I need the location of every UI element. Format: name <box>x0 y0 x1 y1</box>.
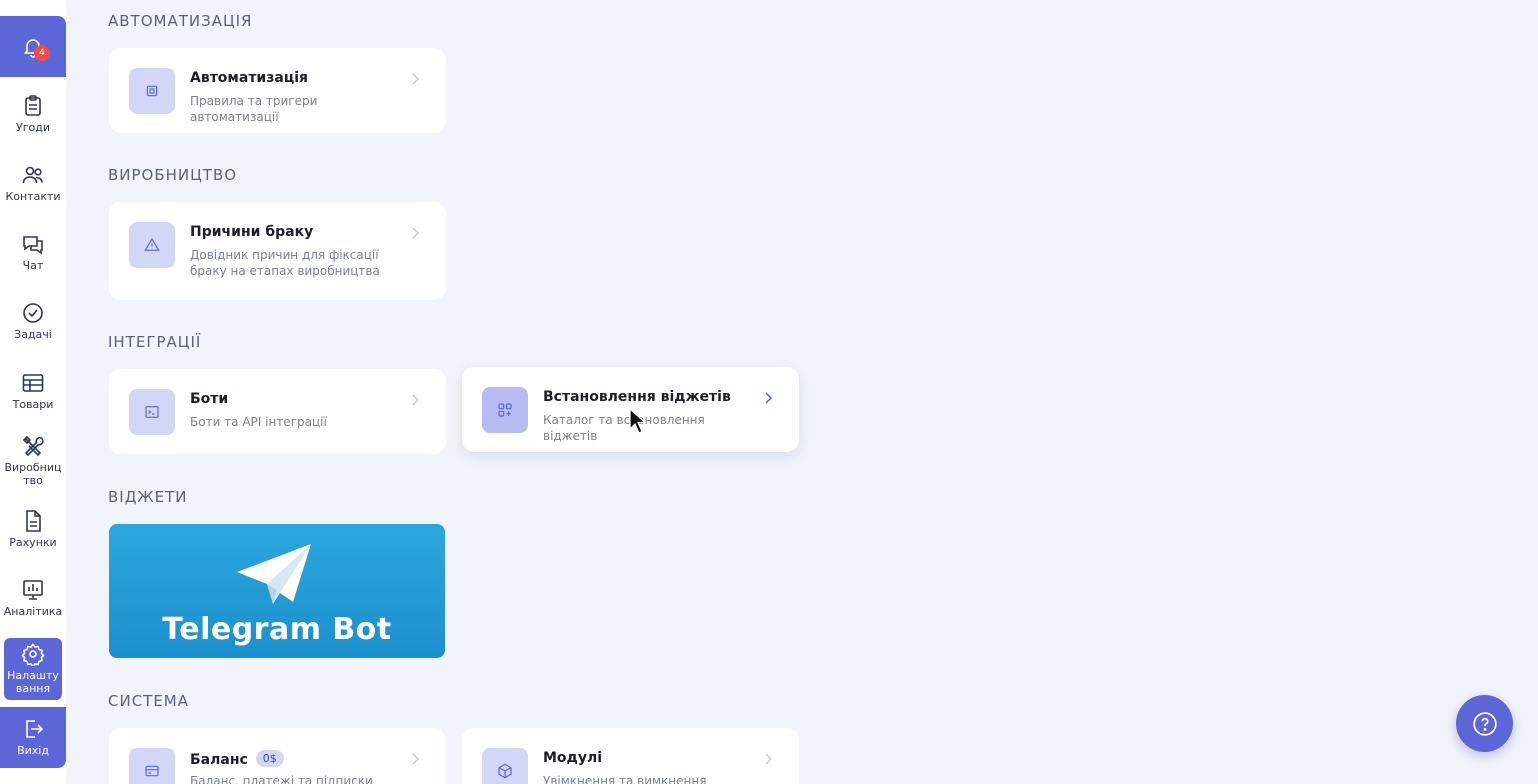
chevron-right-icon <box>412 227 420 239</box>
card-icon <box>129 748 175 784</box>
chevron-right-icon <box>412 753 420 765</box>
sidebar-item-label: Угоди <box>16 121 50 134</box>
card-title: Автоматизація <box>190 70 308 86</box>
warning-icon <box>129 222 175 268</box>
sidebar-item-production[interactable]: Виробництво <box>0 434 66 487</box>
sidebar-item-label: Аналітика <box>3 605 63 618</box>
logout-label: Вихід <box>17 744 49 757</box>
sidebar: 4 Угоди Контакти Чат Задачі Товари Вироб… <box>0 0 66 784</box>
chip-icon <box>129 68 175 114</box>
apps-add-icon <box>482 387 528 433</box>
chevron-right-icon <box>412 394 420 406</box>
section-title-widgets: ВІДЖЕТИ <box>108 488 188 506</box>
chevron-right-icon <box>765 753 773 765</box>
card-title: Модулі <box>543 750 603 766</box>
chart-icon <box>23 580 43 600</box>
tools-icon <box>22 435 44 457</box>
sidebar-item-chat[interactable]: Чат <box>0 232 66 272</box>
section-title-production: ВИРОБНИЦТВО <box>108 166 238 184</box>
sidebar-item-invoices[interactable]: Рахунки <box>0 509 66 549</box>
chevron-right-icon <box>765 392 773 404</box>
document-icon <box>26 510 41 532</box>
sidebar-item-label: Товари <box>12 398 54 411</box>
sidebar-item-analytics[interactable]: Аналітика <box>0 578 66 618</box>
card-defect-reasons[interactable]: Причини браку Довідник причин для фіксац… <box>109 202 446 300</box>
telegram-bot-widget[interactable]: Telegram Bot <box>109 524 445 658</box>
notifications-button[interactable]: 4 <box>0 16 66 77</box>
card-automation[interactable]: Автоматизація Правила та тригери автомат… <box>109 48 446 133</box>
section-title-system: СИСТЕМА <box>108 692 190 710</box>
balance-title: Баланс <box>190 752 248 768</box>
help-button[interactable] <box>1456 695 1513 752</box>
card-modules[interactable]: Модулі Увімкнення та вимкнення модулів <box>462 728 799 784</box>
telegram-bot-label: Telegram Bot <box>162 612 392 647</box>
card-title: Боти <box>190 391 229 407</box>
sidebar-item-label: Рахунки <box>9 536 57 549</box>
sidebar-item-label: Задачі <box>14 328 52 341</box>
users-icon <box>22 166 43 184</box>
logout-icon <box>26 720 44 738</box>
clipboard-icon <box>25 95 41 116</box>
section-title-automation: АВТОМАТИЗАЦІЯ <box>108 12 253 30</box>
sidebar-item-tasks[interactable]: Задачі <box>0 301 66 341</box>
card-bots[interactable]: Боти Боти та API інтеграції <box>109 369 446 454</box>
cube-icon <box>482 748 528 784</box>
sidebar-item-label: Виробництво <box>4 461 62 487</box>
sidebar-item-contacts[interactable]: Контакти <box>0 163 66 203</box>
sidebar-item-label: Контакти <box>5 190 61 203</box>
mouse-cursor-icon <box>629 408 645 434</box>
sidebar-item-settings[interactable]: Налаштування <box>4 638 62 700</box>
question-icon <box>1472 711 1497 736</box>
section-title-integrations: ІНТЕГРАЦІЇ <box>108 333 202 351</box>
sidebar-item-products[interactable]: Товари <box>0 371 66 411</box>
card-title: Баланс 0$ <box>190 750 284 768</box>
card-balance[interactable]: Баланс 0$ Баланс, платежі та підписки <box>109 728 446 784</box>
card-subtitle: Довідник причин для фіксації браку на ет… <box>190 248 380 278</box>
card-subtitle: Каталог та встановлення віджетів <box>543 413 705 443</box>
card-subtitle: Увімкнення та вимкнення модулів <box>543 774 707 784</box>
card-subtitle: Боти та API інтеграції <box>190 415 327 429</box>
terminal-icon <box>129 389 175 435</box>
card-subtitle: Правила та тригери автоматизації <box>190 94 318 124</box>
logout-button[interactable]: Вихід <box>0 707 66 768</box>
gear-icon <box>21 643 45 666</box>
card-subtitle: Баланс, платежі та підписки <box>190 774 373 784</box>
sidebar-item-label: Налаштування <box>7 669 59 695</box>
check-circle-icon <box>23 303 43 323</box>
telegram-plane-icon <box>237 544 311 604</box>
card-title: Причини браку <box>190 224 314 240</box>
chat-icon <box>23 236 43 255</box>
card-title: Встановлення віджетів <box>543 389 731 405</box>
sidebar-item-deals[interactable]: Угоди <box>0 94 66 134</box>
sidebar-item-label: Чат <box>22 259 44 272</box>
balance-badge: 0$ <box>255 750 284 767</box>
chevron-right-icon <box>412 73 420 85</box>
notification-count-badge: 4 <box>34 45 50 61</box>
table-icon <box>22 374 44 392</box>
